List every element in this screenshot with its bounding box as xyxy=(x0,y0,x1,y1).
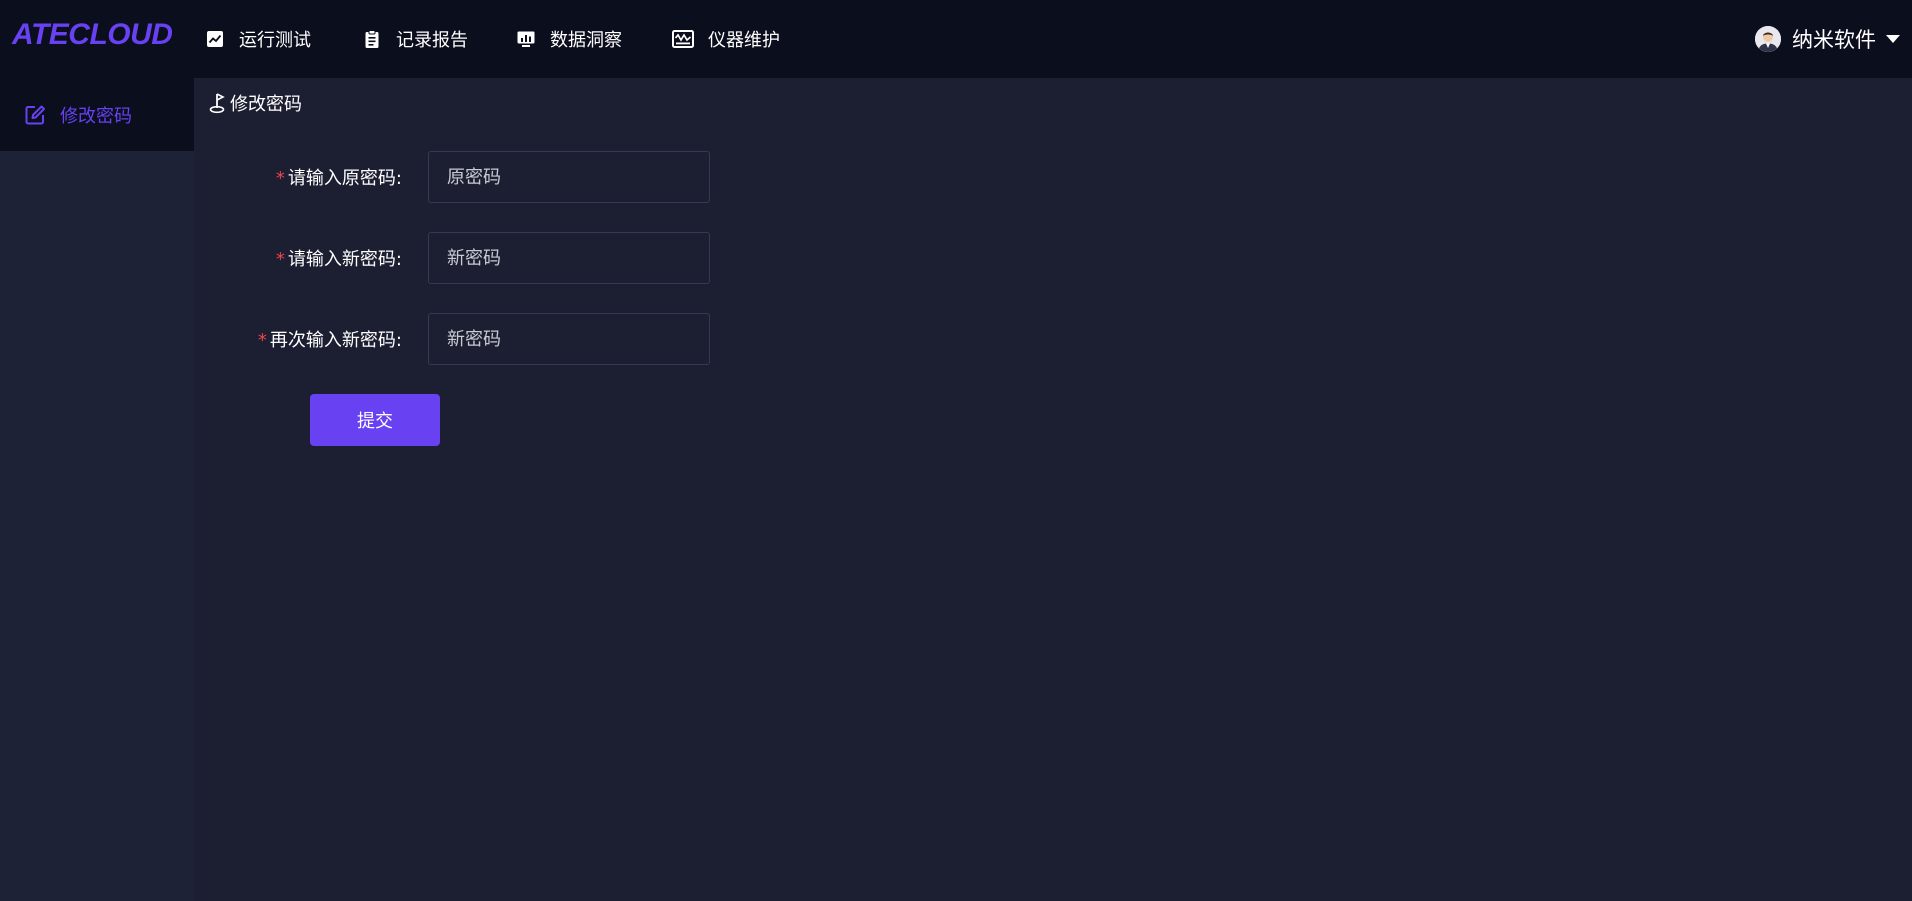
bar-chart-monitor-icon xyxy=(516,29,536,49)
new-password-label: * 请输入新密码: xyxy=(276,245,402,271)
edit-icon xyxy=(24,104,46,126)
clipboard-icon xyxy=(362,29,382,49)
new-password-label-text: 请输入新密码: xyxy=(287,249,402,270)
breadcrumb-label: 修改密码 xyxy=(230,94,302,115)
sidebar-item-label: 修改密码 xyxy=(60,105,132,127)
old-password-label-wrap: * 请输入原密码: xyxy=(194,150,402,202)
confirm-password-field[interactable] xyxy=(428,313,710,365)
user-menu[interactable]: 纳米软件 xyxy=(1755,0,1900,78)
user-avatar xyxy=(1755,26,1781,52)
old-password-field[interactable] xyxy=(428,151,710,203)
chart-line-icon xyxy=(205,29,225,49)
old-password-label: * 请输入原密码: xyxy=(276,164,402,190)
nav-item-data-insight[interactable]: 数据洞察 xyxy=(516,0,622,78)
sidebar: 修改密码 xyxy=(0,78,194,901)
chevron-down-icon[interactable] xyxy=(1886,35,1900,43)
submit-button[interactable]: 提交 xyxy=(310,394,440,446)
required-mark: * xyxy=(275,249,285,270)
new-password-label-wrap: * 请输入新密码: xyxy=(194,231,402,283)
nav-item-instrument-maintenance[interactable]: 仪器维护 xyxy=(672,0,780,78)
confirm-password-label-text: 再次输入新密码: xyxy=(269,330,402,351)
required-mark: * xyxy=(275,168,285,189)
confirm-password-label-wrap: * 再次输入新密码: xyxy=(194,312,402,364)
nav-item-label: 记录报告 xyxy=(396,30,468,51)
old-password-label-text: 请输入原密码: xyxy=(287,168,402,189)
user-name: 纳米软件 xyxy=(1792,28,1876,52)
nav-item-label: 数据洞察 xyxy=(550,30,622,51)
new-password-field[interactable] xyxy=(428,232,710,284)
nav-item-label: 运行测试 xyxy=(239,30,311,51)
sidebar-item-change-password[interactable]: 修改密码 xyxy=(0,78,194,151)
nav-item-label: 仪器维护 xyxy=(708,30,780,51)
nav-item-record-report[interactable]: 记录报告 xyxy=(362,0,468,78)
confirm-password-label: * 再次输入新密码: xyxy=(258,326,402,352)
top-bar: ATECLOUD 运行测试 记录报告 数据洞察 仪器维护 纳米软件 xyxy=(0,0,1912,78)
oscilloscope-icon xyxy=(672,29,694,49)
required-mark: * xyxy=(257,330,267,351)
nav-item-run-test[interactable]: 运行测试 xyxy=(205,0,311,78)
app-logo[interactable]: ATECLOUD xyxy=(12,18,173,52)
flag-icon xyxy=(208,92,226,114)
breadcrumb: 修改密码 xyxy=(208,90,302,116)
